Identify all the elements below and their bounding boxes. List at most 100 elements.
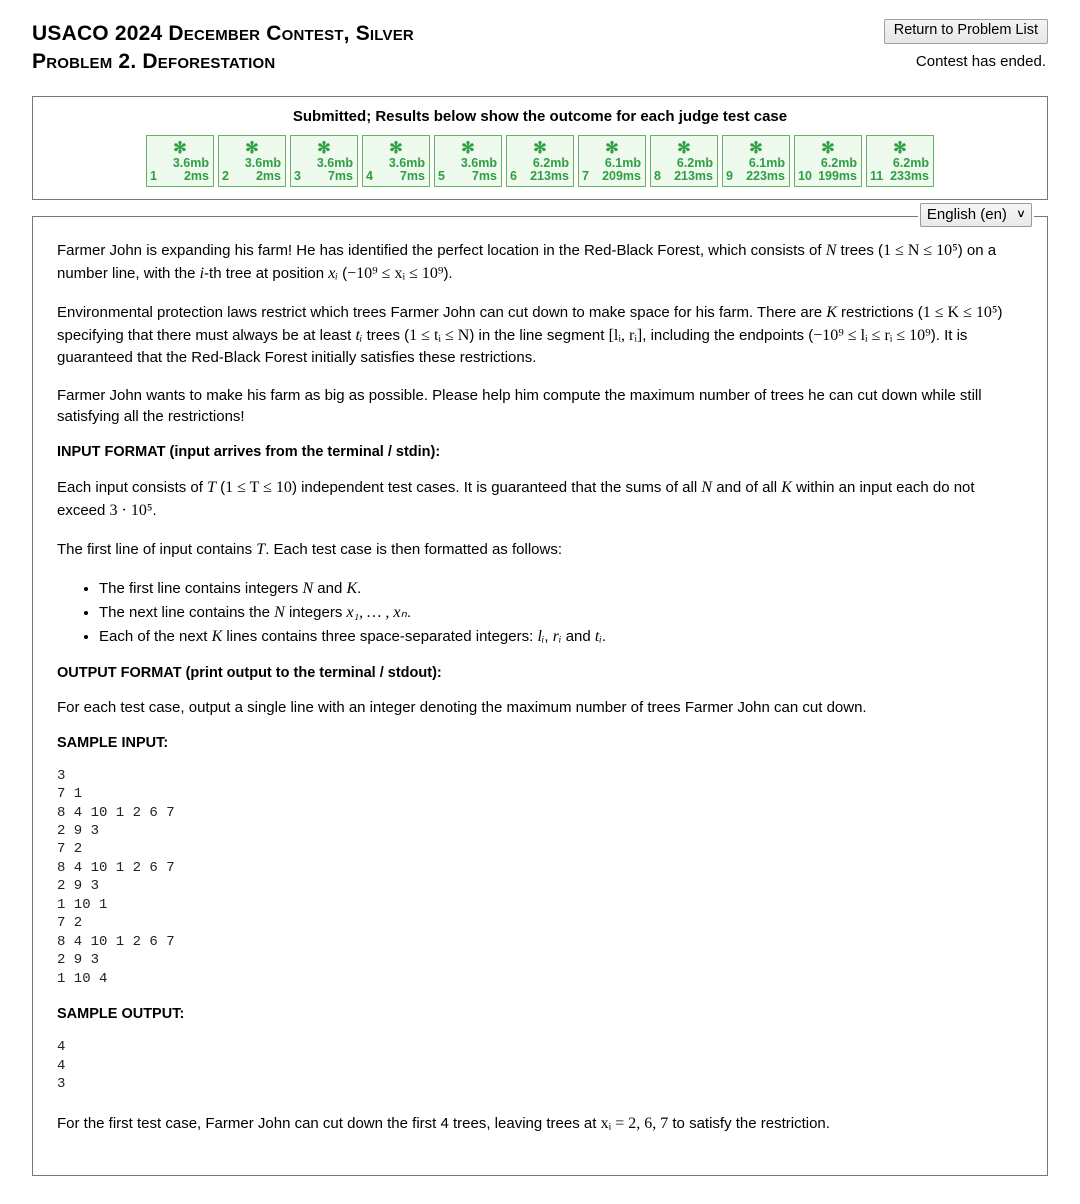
return-to-problem-list-button[interactable]: Return to Problem List — [883, 19, 1048, 44]
case-time: 7ms — [471, 169, 497, 183]
case-memory: 6.2mb — [532, 156, 569, 170]
math-K-2: K — [781, 478, 792, 496]
sample-input-block: 3 7 1 8 4 10 1 2 6 7 2 9 3 7 2 8 4 10 1 … — [57, 767, 175, 987]
case-time: 7ms — [399, 169, 425, 183]
math-T-range: 1 ≤ T ≤ 10 — [225, 478, 292, 496]
math-K-range: 1 ≤ K ≤ 10⁵ — [922, 304, 998, 322]
judge-case[interactable]: ✻ 6.2mb 10 199ms — [794, 135, 862, 187]
case-memory: 6.1mb — [748, 156, 785, 170]
judge-case[interactable]: ✻ 6.1mb 9 223ms — [722, 135, 790, 187]
test-case-format-paragraph: The first line of input contains T. Each… — [57, 540, 562, 558]
contest-status-text: Contest has ended. — [915, 52, 1046, 70]
math-x-list: x₁, … , xₙ — [346, 604, 407, 621]
math-T-3: T — [256, 540, 266, 558]
pass-star-icon: ✻ — [317, 140, 331, 157]
case-memory: 3.6mb — [460, 156, 497, 170]
math-K-4: K — [211, 628, 223, 645]
case-time: 213ms — [530, 169, 569, 183]
judge-case[interactable]: ✻ 3.6mb 2 2ms — [218, 135, 286, 187]
judge-case-list: ✻ 3.6mb 1 2ms ✻ 3.6mb 2 2ms ✻ 3.6mb 3 7m… — [45, 135, 1035, 187]
pass-star-icon: ✻ — [677, 140, 691, 157]
case-number: 4 — [366, 169, 373, 183]
judge-case[interactable]: ✻ 3.6mb 3 7ms — [290, 135, 358, 187]
case-time: 199ms — [818, 169, 857, 183]
case-time: 233ms — [890, 169, 929, 183]
math-T: T — [207, 478, 216, 496]
case-number: 10 — [798, 169, 812, 183]
case-number: 11 — [870, 169, 884, 183]
problem-statement: Farmer John is expanding his farm! He ha… — [32, 216, 1048, 1176]
pass-star-icon: ✻ — [245, 140, 259, 157]
problem-page: USACO 2024 December Contest, Silver Prob… — [0, 0, 1080, 1176]
math-lr-range: −10⁹ ≤ lᵢ ≤ rᵢ ≤ 10⁹ — [813, 327, 931, 345]
sample-output-heading: SAMPLE OUTPUT: — [57, 1006, 185, 1023]
case-time: 2ms — [183, 169, 209, 183]
contest-title: USACO 2024 December Contest, Silver — [32, 22, 414, 45]
input-format-heading: INPUT FORMAT (input arrives from the ter… — [57, 443, 441, 460]
math-x-range: −10⁹ ≤ xᵢ ≤ 10⁹ — [347, 265, 444, 283]
case-number: 8 — [654, 169, 661, 183]
math-K-3: K — [346, 580, 358, 597]
input-format-paragraph: Each input consists of T (1 ≤ T ≤ 10) in… — [57, 478, 975, 519]
problem-title: Problem 2. Deforestation — [32, 49, 276, 73]
statement-paragraph-2: Environmental protection laws restrict w… — [57, 304, 1003, 367]
language-select-value: English (en) — [926, 206, 1007, 223]
case-time: 213ms — [674, 169, 713, 183]
math-r-i: rᵢ — [552, 628, 562, 645]
pass-star-icon: ✻ — [893, 140, 907, 157]
case-number: 1 — [150, 169, 157, 183]
list-item: The next line contains the N integers x₁… — [99, 601, 1023, 625]
case-number: 2 — [222, 169, 229, 183]
pass-star-icon: ✻ — [461, 140, 475, 157]
case-memory: 6.2mb — [676, 156, 713, 170]
math-N-range: 1 ≤ N ≤ 10⁵ — [883, 242, 958, 259]
pass-star-icon: ✻ — [605, 140, 619, 157]
judge-case[interactable]: ✻ 6.2mb 8 213ms — [650, 135, 718, 187]
pass-star-icon: ✻ — [389, 140, 403, 157]
math-t-i-2: tᵢ — [594, 628, 602, 645]
judge-case[interactable]: ✻ 6.2mb 6 213ms — [506, 135, 574, 187]
pass-star-icon: ✻ — [749, 140, 763, 157]
sample-explanation: For the first test case, Farmer John can… — [57, 1114, 830, 1132]
case-memory: 6.2mb — [892, 156, 929, 170]
list-item: The first line contains integers N and K… — [99, 577, 1023, 601]
case-number: 6 — [510, 169, 517, 183]
case-memory: 3.6mb — [172, 156, 209, 170]
list-item: Each of the next K lines contains three … — [99, 625, 1023, 649]
judge-results-panel: Submitted; Results below show the outcom… — [32, 96, 1048, 200]
case-time: 209ms — [602, 169, 641, 183]
math-N-3: N — [302, 580, 314, 597]
math-x-i: xᵢ — [328, 265, 338, 283]
statement-paragraph-3: Farmer John wants to make his farm as bi… — [57, 386, 982, 426]
math-N-2: N — [701, 478, 713, 496]
case-memory: 3.6mb — [388, 156, 425, 170]
case-number: 9 — [726, 169, 733, 183]
case-memory: 3.6mb — [244, 156, 281, 170]
judge-case[interactable]: ✻ 6.1mb 7 209ms — [578, 135, 646, 187]
chevron-down-icon: ∨ — [1015, 208, 1027, 220]
math-t-range: 1 ≤ tᵢ ≤ N — [409, 327, 470, 345]
case-memory: 6.1mb — [604, 156, 641, 170]
case-number: 3 — [294, 169, 301, 183]
case-memory: 3.6mb — [316, 156, 353, 170]
pass-star-icon: ✻ — [821, 140, 835, 157]
sample-output-block: 4 4 3 — [57, 1039, 66, 1093]
case-time: 2ms — [255, 169, 281, 183]
judge-case[interactable]: ✻ 3.6mb 1 2ms — [146, 135, 214, 187]
math-N: N — [825, 242, 837, 259]
problem-statement-wrap: English (en) ∨ Farmer John is expanding … — [32, 203, 1048, 1176]
judge-case[interactable]: ✻ 3.6mb 4 7ms — [362, 135, 430, 187]
math-segment: [lᵢ, rᵢ] — [608, 327, 643, 345]
judge-case[interactable]: ✻ 3.6mb 5 7ms — [434, 135, 502, 187]
header-actions: Return to Problem List Contest has ended… — [883, 18, 1048, 70]
judge-case[interactable]: ✻ 6.2mb 11 233ms — [866, 135, 934, 187]
math-K: K — [826, 304, 837, 322]
output-format-heading: OUTPUT FORMAT (print output to the termi… — [57, 665, 442, 681]
language-select[interactable]: English (en) ∨ — [919, 203, 1032, 227]
input-format-list: The first line contains integers N and K… — [57, 577, 1023, 649]
case-time: 7ms — [327, 169, 353, 183]
judge-results-title: Submitted; Results below show the outcom… — [292, 108, 788, 125]
case-number: 5 — [438, 169, 445, 183]
math-sum-limit: 3 · 10⁵ — [109, 501, 153, 519]
math-N-4: N — [274, 604, 285, 621]
